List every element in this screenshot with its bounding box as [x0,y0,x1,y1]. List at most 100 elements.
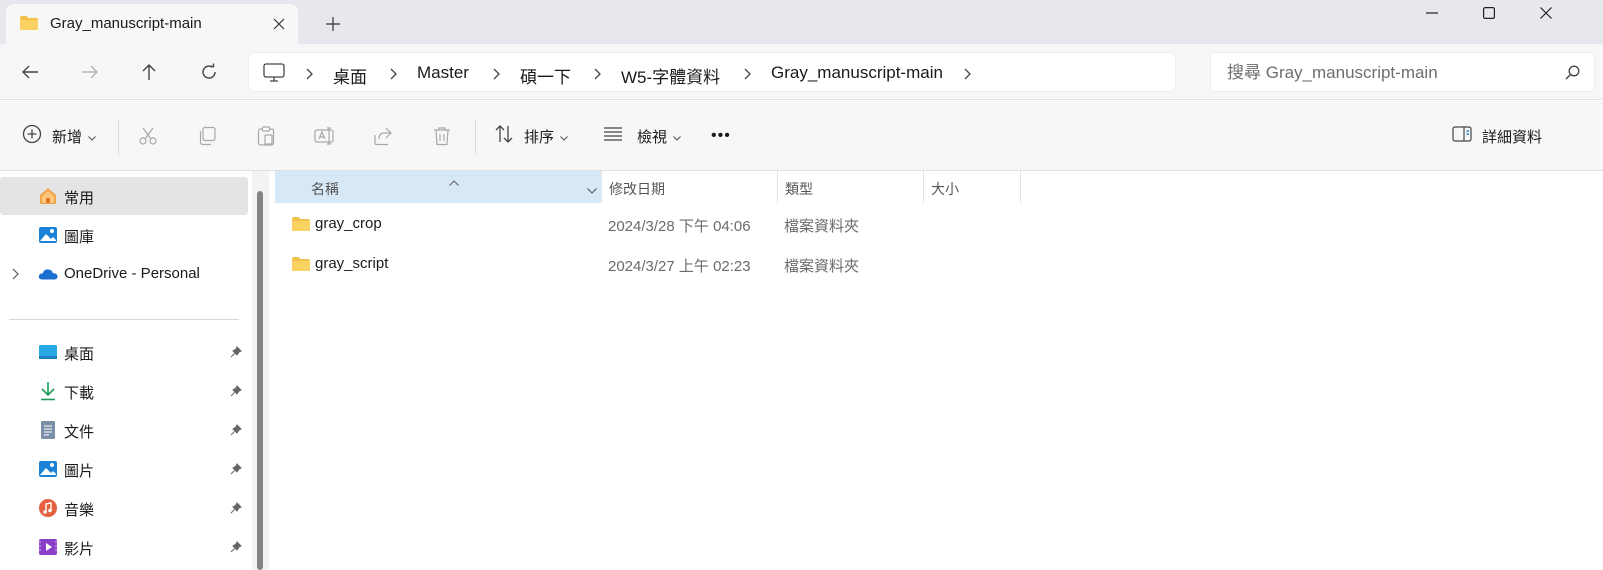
file-row[interactable]: gray_script 2024/3/27 上午 02:23 檔案資料夾 [275,245,1035,283]
desktop-icon [38,342,58,362]
new-tab-icon[interactable] [322,13,344,35]
sidebar-scrollbar[interactable] [252,171,269,570]
sort-button[interactable]: 排序 [494,121,568,151]
breadcrumb-item[interactable]: 碩一下 [520,63,571,88]
chevron-right-icon[interactable] [741,67,753,81]
navigation-bar: 桌面 Master 碩一下 W5-字體資料 Gray_manuscript-ma… [0,44,1603,100]
active-tab[interactable]: Gray_manuscript-main [6,4,298,44]
copy-button[interactable] [197,121,217,151]
home-icon [38,186,58,206]
close-window-icon[interactable] [1517,0,1575,26]
paste-icon [257,126,275,146]
sidebar-item-music[interactable]: 音樂 [0,489,248,527]
file-row[interactable]: gray_crop 2024/3/28 下午 04:06 檔案資料夾 [275,205,1035,243]
sidebar-item-desktop[interactable]: 桌面 [0,333,248,371]
breadcrumb-item[interactable]: 桌面 [333,63,367,88]
sidebar-item-label: 圖片 [64,463,95,480]
rename-button[interactable] [314,121,336,151]
file-name: gray_script [315,255,389,272]
scrollbar-thumb[interactable] [257,191,263,570]
column-label: 類型 [785,181,813,197]
file-type: 檔案資料夾 [784,218,860,235]
sidebar-item-gallery[interactable]: 圖庫 [0,216,248,254]
sidebar-item-pictures[interactable]: 圖片 [0,450,248,488]
sort-ascending-icon [449,173,459,189]
chevron-right-icon[interactable] [490,67,502,81]
chevron-down-icon [673,128,681,145]
chevron-right-icon[interactable] [303,67,315,81]
file-date: 2024/3/27 上午 02:23 [608,258,751,275]
sidebar-item-videos[interactable]: 影片 [0,528,248,566]
more-options-button[interactable]: ••• [711,121,731,151]
new-button[interactable]: 新增 [22,121,96,151]
details-pane-button[interactable]: 詳細資料 [1452,121,1542,151]
forward-icon[interactable] [76,58,104,86]
paste-button[interactable] [256,121,276,151]
column-header-type[interactable]: 類型 [777,171,923,203]
sort-label: 排序 [524,128,555,146]
search-box[interactable] [1210,52,1595,92]
sidebar-item-label: 下載 [64,385,95,402]
this-pc-icon[interactable] [263,63,285,88]
view-label: 檢視 [637,128,668,146]
close-tab-icon[interactable] [268,13,290,35]
sidebar-item-label: OneDrive - Personal [64,265,200,282]
pictures-icon [38,459,58,479]
trash-icon [434,127,450,146]
rename-icon [314,127,334,145]
refresh-icon[interactable] [195,58,223,86]
breadcrumb-item[interactable]: Master [417,63,469,83]
column-label: 修改日期 [609,181,665,197]
sidebar-item-documents[interactable]: 文件 [0,411,248,449]
search-input[interactable] [1227,62,1547,84]
new-label: 新增 [52,128,83,146]
sidebar-divider [9,319,239,320]
chevron-right-icon[interactable] [591,67,603,81]
search-icon[interactable] [1565,65,1580,85]
delete-button[interactable] [432,121,452,151]
folder-icon [291,216,311,236]
sidebar-item-home[interactable]: 常用 [0,177,248,215]
tab-title: Gray_manuscript-main [50,15,202,32]
sort-icon [494,124,514,148]
breadcrumb-item[interactable]: Gray_manuscript-main [771,63,943,83]
share-button[interactable] [373,121,393,151]
minimize-icon[interactable] [1403,0,1461,26]
videos-icon [38,537,58,557]
pin-icon[interactable] [230,345,242,362]
address-bar[interactable]: 桌面 Master 碩一下 W5-字體資料 Gray_manuscript-ma… [248,52,1176,92]
view-icon [603,127,623,145]
pin-icon[interactable] [230,423,242,440]
pin-icon[interactable] [230,462,242,479]
chevron-right-icon[interactable] [12,267,19,284]
music-icon [38,498,58,518]
chevron-right-icon[interactable] [961,67,973,81]
command-bar: 新增 排序 檢視 ••• 詳細資料 [0,101,1603,171]
documents-icon [38,420,58,440]
title-bar: Gray_manuscript-main [0,0,1603,44]
maximize-icon[interactable] [1460,0,1518,26]
column-header-name[interactable]: 名稱 [275,171,601,203]
up-icon[interactable] [135,58,163,86]
scissors-icon [139,127,157,145]
back-icon[interactable] [16,58,44,86]
plus-circle-icon [22,124,42,148]
view-button[interactable]: 檢視 [603,121,681,151]
pin-icon[interactable] [230,384,242,401]
sidebar-item-downloads[interactable]: 下載 [0,372,248,410]
toolbar-divider [475,119,476,155]
cut-button[interactable] [138,121,158,151]
gallery-icon [38,225,58,245]
chevron-right-icon[interactable] [387,67,399,81]
column-header-size[interactable]: 大小 [923,171,1021,203]
sidebar-item-onedrive[interactable]: OneDrive - Personal [0,255,248,293]
column-label: 大小 [931,181,959,197]
column-label: 名稱 [311,181,339,197]
sidebar-item-label: 圖庫 [64,229,95,246]
column-header-date[interactable]: 修改日期 [601,171,777,203]
breadcrumb-item[interactable]: W5-字體資料 [621,63,720,88]
pin-icon[interactable] [230,540,242,557]
chevron-down-icon [560,128,568,145]
chevron-down-icon[interactable] [587,181,597,197]
pin-icon[interactable] [230,501,242,518]
